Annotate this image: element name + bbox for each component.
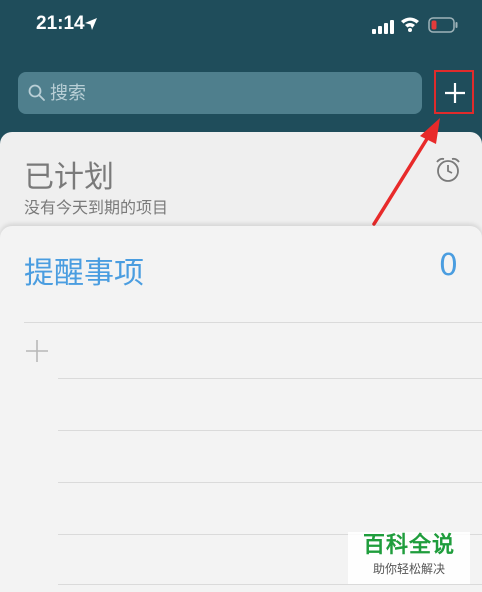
- ruled-line: [24, 322, 482, 323]
- add-list-button[interactable]: [434, 70, 474, 114]
- add-reminder-icon[interactable]: [24, 338, 50, 368]
- reminders-title: 提醒事项: [24, 256, 144, 291]
- search-icon: [28, 84, 46, 106]
- watermark-title: 百科全说: [362, 533, 455, 558]
- plus-icon: [445, 83, 465, 103]
- watermark-subtitle: 助你轻松解决: [372, 562, 445, 576]
- search-bar[interactable]: [18, 72, 422, 114]
- location-arrow-icon: [84, 16, 98, 35]
- status-bar: 21:14: [0, 0, 482, 52]
- signal-icon: [372, 19, 394, 38]
- search-input[interactable]: [50, 80, 410, 106]
- watermark-logo: 百科全说 助你轻松解决: [348, 532, 470, 584]
- ruled-line: [58, 430, 482, 431]
- annotation-arrow-icon: [372, 118, 440, 226]
- ruled-line: [58, 584, 482, 585]
- wifi-icon: [400, 16, 420, 36]
- reminders-count: 0: [438, 248, 458, 283]
- status-time: 21:14: [36, 13, 85, 34]
- planned-title: 已计划: [24, 160, 114, 195]
- ruled-line: [58, 378, 482, 379]
- planned-subtitle: 没有今天到期的项目: [24, 198, 169, 217]
- ruled-line: [58, 482, 482, 483]
- battery-low-icon: [428, 17, 458, 37]
